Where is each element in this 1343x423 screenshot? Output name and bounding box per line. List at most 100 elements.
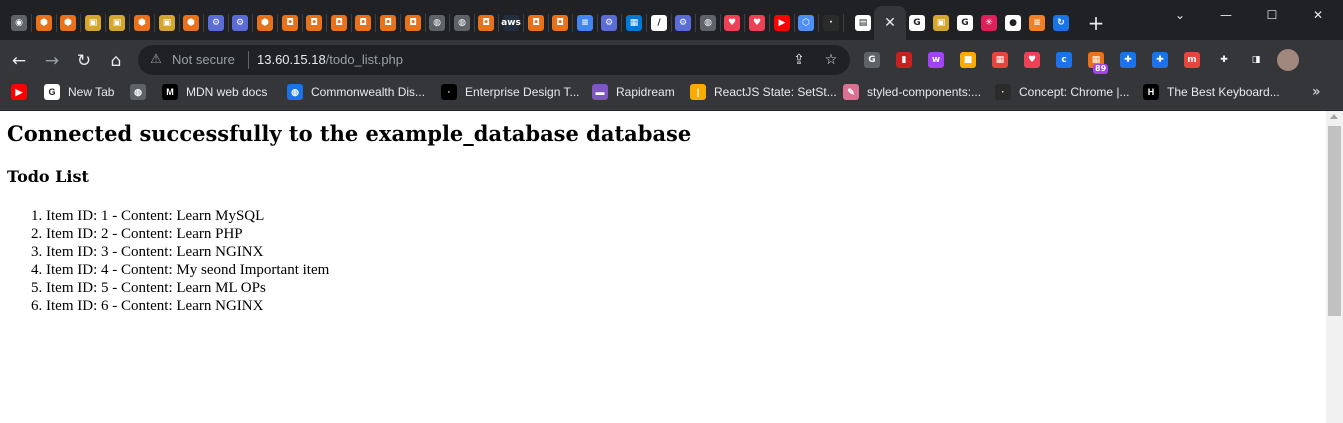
bookmark-item[interactable]: | ReactJS State: SetSt... <box>690 84 837 100</box>
back-button[interactable]: ← <box>8 50 30 72</box>
tab-separator <box>326 14 327 32</box>
stackoverflow-icon[interactable]: ≡ <box>1029 15 1045 31</box>
red-m-icon[interactable]: m <box>1184 52 1200 68</box>
share-icon[interactable]: ⇪ <box>790 52 808 68</box>
bookmark-label: Commonwealth Dis... <box>311 85 426 99</box>
aws-square-icon[interactable]: ◘ <box>380 15 396 31</box>
minimize-button[interactable]: — <box>1216 7 1236 23</box>
scroll-up-arrow-icon[interactable] <box>1330 114 1338 119</box>
aws-logo-icon[interactable]: aws <box>501 15 521 31</box>
bookmark-item[interactable]: ✎ styled-components:... <box>843 84 981 100</box>
aws-square-icon[interactable]: ◘ <box>478 15 494 31</box>
not-secure-warning-icon[interactable]: ⚠ <box>148 52 164 68</box>
chrome-icon[interactable]: ◉ <box>11 15 27 31</box>
tab-separator <box>302 14 303 32</box>
bookmark-item[interactable]: ◍ Commonwealth Dis... <box>287 84 425 100</box>
aws-square-icon[interactable]: ◘ <box>282 15 298 31</box>
bookmark-label: Rapidream <box>616 85 675 99</box>
aws-square-icon[interactable]: ◘ <box>331 15 347 31</box>
active-tab-icon[interactable]: ▤ <box>855 15 871 31</box>
side-panel-icon[interactable]: ◨ <box>1248 52 1264 68</box>
maximize-button[interactable]: ☐ <box>1262 7 1282 23</box>
list-item: Item ID: 4 - Content: My seond Important… <box>46 261 329 279</box>
purple-w-icon[interactable]: w <box>928 52 944 68</box>
aws-orange-icon[interactable]: ⬢ <box>36 15 52 31</box>
pocket-icon[interactable]: ♥ <box>1024 52 1040 68</box>
slack-icon[interactable]: ✳ <box>981 15 997 31</box>
globe-icon[interactable]: ◍ <box>700 15 716 31</box>
url-text[interactable]: 13.60.15.18/todo_list.php <box>257 52 403 68</box>
tab-separator <box>400 14 401 32</box>
bookmark-item[interactable]: G New Tab <box>44 84 114 100</box>
close-window-button[interactable]: ✕ <box>1308 7 1328 23</box>
cube-icon[interactable]: ▣ <box>933 15 949 31</box>
blue-gear-icon[interactable]: ⚙ <box>208 15 224 31</box>
bookmark-item[interactable]: ◍ <box>130 84 146 100</box>
slash-icon[interactable]: / <box>651 15 667 31</box>
microsoft-icon[interactable]: ▦ <box>626 15 642 31</box>
blue-gear-icon[interactable]: ⚙ <box>675 15 691 31</box>
aws-orange-icon[interactable]: ⬢ <box>257 15 273 31</box>
aws-orange-icon[interactable]: ⬢ <box>60 15 76 31</box>
docs-icon[interactable]: ≡ <box>577 15 593 31</box>
google-icon[interactable]: G <box>957 15 973 31</box>
not-secure-label[interactable]: Not secure <box>172 52 235 68</box>
close-tab-icon[interactable]: ✕ <box>882 15 898 31</box>
bookmark-label: MDN web docs <box>186 85 268 99</box>
tab-search-icon[interactable]: ⌄ <box>1170 7 1190 23</box>
scrollbar-thumb[interactable] <box>1328 126 1341 316</box>
grammarly-icon[interactable]: G <box>864 52 880 68</box>
bookmark-item[interactable]: ▬ Rapidream <box>592 84 675 100</box>
globe-icon: ◍ <box>130 84 146 100</box>
new-tab-button[interactable]: + <box>1086 13 1106 33</box>
address-bar[interactable] <box>138 45 850 75</box>
tab-separator <box>105 14 106 32</box>
calendar-grid-icon[interactable]: ▦ <box>992 52 1008 68</box>
red-book-icon[interactable]: ▮ <box>896 52 912 68</box>
globe-icon[interactable]: ◍ <box>429 15 445 31</box>
globe-icon[interactable]: ◍ <box>454 15 470 31</box>
youtube-icon[interactable]: ▶ <box>774 15 790 31</box>
tab-separator <box>523 14 524 32</box>
tab-separator <box>179 14 180 32</box>
forward-button[interactable]: → <box>41 50 63 72</box>
cube-icon[interactable]: ▣ <box>109 15 125 31</box>
bookmark-star-icon[interactable]: ☆ <box>822 52 840 68</box>
url-host: 13.60.15.18 <box>257 52 326 67</box>
profile-avatar[interactable] <box>1277 49 1299 71</box>
github-icon[interactable]: ● <box>1005 15 1021 31</box>
google-icon[interactable]: G <box>909 15 925 31</box>
bookmark-item[interactable]: ∙ Enterprise Design T... <box>441 84 580 100</box>
home-button[interactable]: ⌂ <box>105 50 127 72</box>
aws-square-icon[interactable]: ◘ <box>355 15 371 31</box>
aws-square-icon[interactable]: ◘ <box>306 15 322 31</box>
bookmark-item[interactable]: M MDN web docs <box>162 84 267 100</box>
puzzle-blue-icon[interactable]: ✚ <box>1120 52 1136 68</box>
cube-icon[interactable]: ▣ <box>159 15 175 31</box>
aws-square-icon[interactable]: ◘ <box>528 15 544 31</box>
pocket-icon[interactable]: ♥ <box>749 15 765 31</box>
tab-separator <box>769 14 770 32</box>
refresh-blue-icon[interactable]: ↻ <box>1053 15 1069 31</box>
bookmark-item[interactable]: · Concept: Chrome |... <box>995 84 1130 100</box>
reload-button[interactable]: ↻ <box>73 50 95 72</box>
puzzle-blue-icon[interactable]: ✚ <box>1152 52 1168 68</box>
blue-c-icon[interactable]: c <box>1056 52 1072 68</box>
rapidream-icon: ▬ <box>592 84 608 100</box>
hexagon-outline-icon[interactable]: ⬡ <box>798 15 814 31</box>
aws-orange-icon[interactable]: ⬢ <box>183 15 199 31</box>
blue-gear-icon[interactable]: ⚙ <box>601 15 617 31</box>
extensions-puzzle-icon[interactable]: ✚ <box>1216 52 1232 68</box>
pocket-icon[interactable]: ♥ <box>724 15 740 31</box>
blue-gear-icon[interactable]: ⚙ <box>232 15 248 31</box>
aws-square-icon[interactable]: ◘ <box>405 15 421 31</box>
bookmarks-overflow-button[interactable]: » <box>1312 84 1321 100</box>
bookmark-item[interactable]: ▶ <box>11 84 27 100</box>
dark-logo-icon[interactable]: · <box>823 15 839 31</box>
yellow-note-icon[interactable]: ■ <box>960 52 976 68</box>
cube-icon[interactable]: ▣ <box>85 15 101 31</box>
bookmark-item[interactable]: H The Best Keyboard... <box>1143 84 1280 100</box>
aws-square-icon[interactable]: ◘ <box>552 15 568 31</box>
aws-orange-icon[interactable]: ⬢ <box>134 15 150 31</box>
tab-separator <box>228 14 229 32</box>
